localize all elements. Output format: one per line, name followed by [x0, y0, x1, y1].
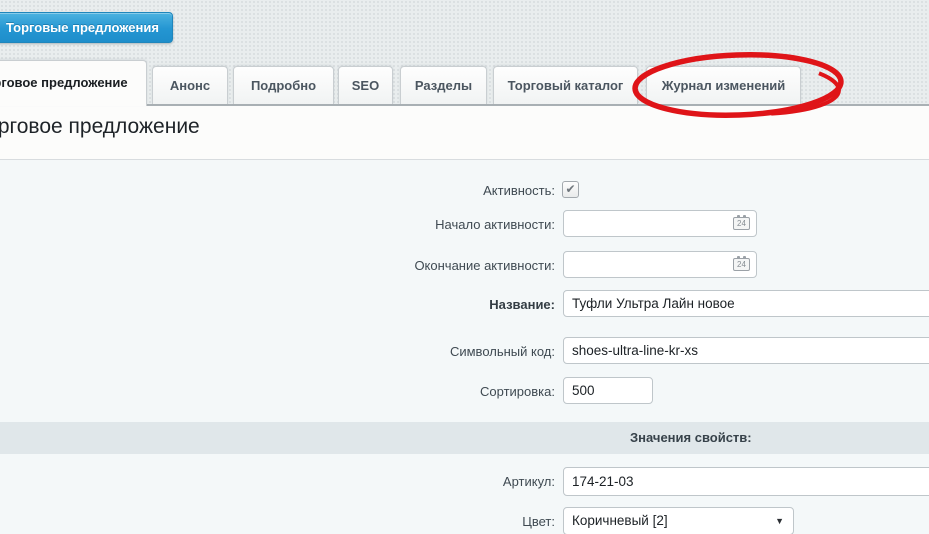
color-select[interactable]: Коричневый [2] ▼ [563, 507, 794, 534]
tab-change-log[interactable]: Журнал изменений [646, 66, 801, 104]
tab-sections[interactable]: Разделы [400, 66, 487, 104]
checkmark-icon: ✔ [565, 182, 575, 196]
chevron-down-icon: ▼ [775, 517, 784, 526]
tab-detail[interactable]: Подробно [233, 66, 334, 104]
activity-start-field: 24 [563, 210, 757, 237]
page-title: Торговое предложение [0, 115, 200, 139]
trade-offers-back-button[interactable]: Торговые предложения [0, 12, 173, 43]
sort-input[interactable] [563, 377, 653, 404]
activity-end-input[interactable] [563, 251, 757, 278]
activity-end-label: Окончание активности: [295, 258, 555, 273]
activity-end-field: 24 [563, 251, 757, 278]
calendar-icon[interactable]: 24 [733, 258, 750, 271]
calendar-icon[interactable]: 24 [733, 217, 750, 230]
symbolic-code-input[interactable] [563, 337, 929, 364]
color-select-value: Коричневый [2] [572, 513, 668, 528]
properties-section-header: Значения свойств: [630, 430, 752, 445]
article-label: Артикул: [295, 474, 555, 489]
tab-announce[interactable]: Анонс [152, 66, 228, 104]
admin-page: Значения свойств: Торговые предложения Т… [0, 0, 929, 534]
tab-trade-offer[interactable]: Торговое предложение [0, 60, 147, 106]
tab-seo[interactable]: SEO [338, 66, 393, 104]
tab-catalog[interactable]: Торговый каталог [493, 66, 638, 104]
activity-start-label: Начало активности: [295, 217, 555, 232]
article-input[interactable] [563, 467, 929, 496]
activity-start-input[interactable] [563, 210, 757, 237]
name-label: Название: [295, 297, 555, 312]
color-label: Цвет: [295, 514, 555, 529]
sort-label: Сортировка: [295, 384, 555, 399]
activity-checkbox[interactable]: ✔ [562, 181, 579, 198]
symbolic-code-label: Символьный код: [295, 344, 555, 359]
activity-label: Активность: [295, 183, 555, 198]
properties-section-band [0, 422, 929, 454]
name-input[interactable] [563, 290, 929, 317]
